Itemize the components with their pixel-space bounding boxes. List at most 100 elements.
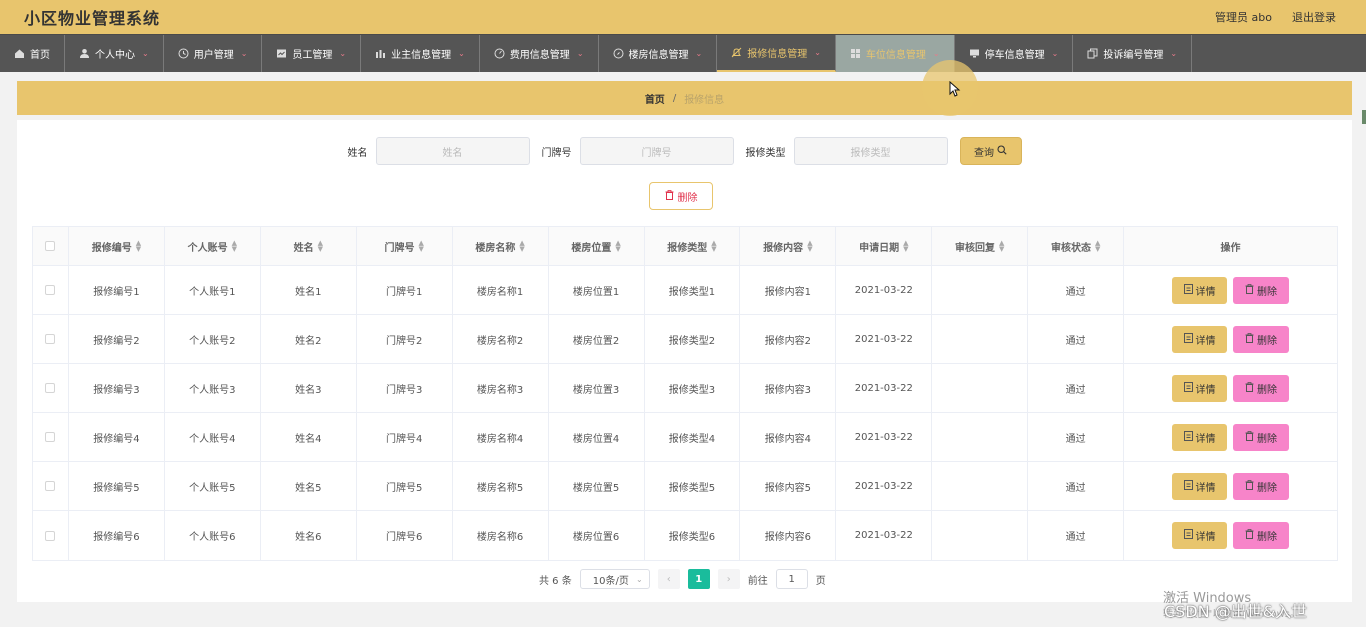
detail-icon xyxy=(1183,479,1193,493)
sort-icon[interactable]: ▲ ▼ xyxy=(807,240,812,253)
nav-item-2[interactable]: 用户管理 ⌄ xyxy=(164,35,263,72)
nav-item-label: 业主信息管理 xyxy=(391,50,452,61)
nav-item-0[interactable]: 首页 xyxy=(0,35,65,72)
remove-button[interactable]: 删除 xyxy=(1233,325,1290,353)
remove-button[interactable]: 删除 xyxy=(1233,522,1290,549)
total-count: 共 6 条 xyxy=(539,575,572,587)
detail-button[interactable]: 详情 xyxy=(1172,325,1228,353)
detail-icon xyxy=(1183,283,1193,297)
column-header[interactable]: 报修内容 ▲ ▼ xyxy=(740,227,837,265)
row-checkbox[interactable] xyxy=(45,432,56,442)
table-cell: 报修类型4 xyxy=(645,413,741,461)
nav-item-6[interactable]: 楼房信息管理 ⌄ xyxy=(599,35,718,72)
batch-delete-button[interactable]: 删除 xyxy=(649,182,713,210)
detail-label: 详情 xyxy=(1195,482,1216,494)
row-checkbox[interactable] xyxy=(45,383,56,393)
breadcrumb-home[interactable]: 首页 xyxy=(645,91,665,106)
nav-item-1[interactable]: 个人中心 ⌄ xyxy=(65,35,164,72)
page-size-select[interactable]: 10条/页 ⌄ xyxy=(579,569,650,589)
row-checkbox[interactable] xyxy=(45,334,56,344)
table-cell: 楼房名称1 xyxy=(453,266,549,314)
trash-icon xyxy=(1245,479,1254,493)
sort-icon[interactable]: ▲ ▼ xyxy=(232,240,237,253)
nav-item-3[interactable]: 员工管理 ⌄ xyxy=(262,35,362,72)
remove-button[interactable]: 删除 xyxy=(1233,276,1290,304)
nav-item-7[interactable]: 报修信息管理 ⌄ xyxy=(717,35,836,72)
nav-item-label: 员工管理 xyxy=(292,50,333,61)
prev-page-button[interactable]: ‹ xyxy=(657,569,680,589)
column-header[interactable]: 个人账号 ▲ ▼ xyxy=(165,227,261,265)
nav-item-4[interactable]: 业主信息管理 ⌄ xyxy=(361,35,480,72)
sort-icon[interactable]: ▲ ▼ xyxy=(903,240,908,253)
sort-icon[interactable]: ▲ ▼ xyxy=(419,240,424,253)
nav-item-9[interactable]: 停车信息管理 ⌄ xyxy=(955,35,1074,72)
column-header[interactable]: 审核状态 ▲ ▼ xyxy=(1028,227,1125,265)
row-select-cell xyxy=(33,511,69,560)
next-page-button[interactable]: › xyxy=(717,569,740,589)
nav-item-10[interactable]: 投诉编号管理 ⌄ xyxy=(1073,35,1193,72)
query-button[interactable]: 查询 xyxy=(959,137,1022,165)
table-cell: 姓名1 xyxy=(261,266,357,314)
column-header[interactable]: 姓名 ▲ ▼ xyxy=(261,227,357,265)
sort-icon[interactable]: ▲ ▼ xyxy=(318,240,323,253)
home-icon xyxy=(14,48,25,59)
column-header-label: 申请日期 xyxy=(859,242,900,254)
current-user: 管理员 abo xyxy=(1215,11,1272,24)
sort-icon[interactable]: ▲ ▼ xyxy=(519,240,524,253)
sort-icon[interactable]: ▲ ▼ xyxy=(615,240,620,253)
page-number-current[interactable]: 1 xyxy=(687,569,710,589)
table-cell: 报修编号1 xyxy=(69,266,165,314)
table-cell: 2021-03-22 xyxy=(836,315,933,363)
row-checkbox[interactable] xyxy=(45,530,56,541)
column-header[interactable]: 报修编号 ▲ ▼ xyxy=(69,227,165,265)
nav-item-5[interactable]: 费用信息管理 ⌄ xyxy=(480,35,599,72)
detail-button[interactable]: 详情 xyxy=(1172,522,1228,549)
column-header[interactable]: 申请日期 ▲ ▼ xyxy=(836,227,933,265)
board-icon xyxy=(276,48,287,59)
logout-link[interactable]: 退出登录 xyxy=(1292,9,1336,25)
table-cell: 楼房位置4 xyxy=(549,413,645,461)
column-header[interactable]: 楼房名称 ▲ ▼ xyxy=(453,227,549,265)
nav-item-label: 车位信息管理 xyxy=(865,50,926,61)
row-checkbox[interactable] xyxy=(45,285,56,295)
row-checkbox[interactable] xyxy=(45,481,56,491)
table-cell: 报修编号5 xyxy=(69,462,165,510)
door-number-input[interactable]: 门牌号 xyxy=(579,137,734,165)
nav-item-label: 首页 xyxy=(30,50,50,61)
table-header-row: 报修编号 ▲ ▼ 个人账号 ▲ ▼ 姓名 ▲ ▼ 门牌号 ▲ ▼ 楼房名称 ▲ ▼ 楼房位置 ▲ ▼ 报修类型 ▲ ▼ 报… xyxy=(33,227,1337,266)
sort-icon[interactable]: ▲ ▼ xyxy=(1095,240,1100,253)
select-all-checkbox[interactable] xyxy=(45,241,56,251)
detail-button[interactable]: 详情 xyxy=(1172,472,1228,500)
repair-type-input[interactable]: 报修类型 xyxy=(793,137,948,165)
table-cell xyxy=(932,462,1029,510)
sort-icon[interactable]: ▲ ▼ xyxy=(999,240,1004,253)
column-header[interactable]: 报修类型 ▲ ▼ xyxy=(645,227,741,265)
table-cell: 楼房名称3 xyxy=(453,364,549,412)
column-header: 操作 xyxy=(1124,227,1337,265)
column-header-label: 报修内容 xyxy=(763,242,804,254)
column-header[interactable]: 门牌号 ▲ ▼ xyxy=(357,227,453,265)
goto-page-input[interactable]: 1 xyxy=(775,569,808,589)
nav-item-label: 投诉编号管理 xyxy=(1103,50,1164,61)
chevron-down-icon: ⌄ xyxy=(240,49,248,58)
table-cell: 报修编号4 xyxy=(69,413,165,461)
pagination: 共 6 条 10条/页 ⌄ ‹ 1 › 前往 1 页 xyxy=(539,569,826,589)
remove-button[interactable]: 删除 xyxy=(1233,423,1290,451)
detail-button[interactable]: 详情 xyxy=(1172,276,1228,304)
nav-item-label: 报修信息管理 xyxy=(747,49,808,60)
sort-icon[interactable]: ▲ ▼ xyxy=(711,240,716,253)
table-row: 报修编号3 个人账号3 姓名3 门牌号3 楼房名称3 楼房位置3 报修类型3 报修内容3 202… xyxy=(33,364,1337,413)
nav-item-label: 费用信息管理 xyxy=(509,50,570,61)
chevron-down-icon: ⌄ xyxy=(636,574,643,584)
remove-button[interactable]: 删除 xyxy=(1233,472,1290,500)
column-header[interactable]: 楼房位置 ▲ ▼ xyxy=(549,227,645,265)
name-input[interactable]: 姓名 xyxy=(375,137,530,165)
detail-button[interactable]: 详情 xyxy=(1172,374,1228,402)
detail-button[interactable]: 详情 xyxy=(1172,423,1228,451)
column-header-label: 姓名 xyxy=(293,242,314,254)
remove-button[interactable]: 删除 xyxy=(1233,374,1290,402)
column-header[interactable]: 审核回复 ▲ ▼ xyxy=(932,227,1029,265)
sort-icon[interactable]: ▲ ▼ xyxy=(136,240,141,253)
nav-item-label: 停车信息管理 xyxy=(984,50,1045,61)
chart-icon xyxy=(375,48,386,59)
